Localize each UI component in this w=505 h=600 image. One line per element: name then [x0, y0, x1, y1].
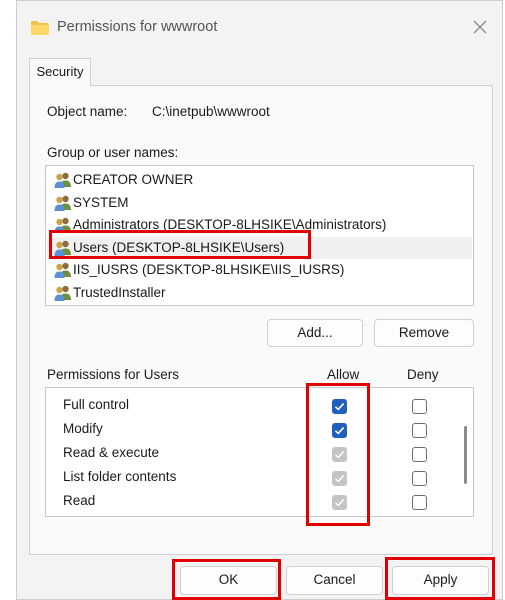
title-bar: Permissions for wwwroot: [17, 1, 502, 51]
user-name: SYSTEM: [73, 194, 129, 210]
user-name: Users (DESKTOP-8LHSIKE\Users): [73, 239, 285, 255]
user-name: Administrators (DESKTOP-8LHSIKE\Administ…: [73, 217, 387, 233]
allow-checkbox[interactable]: [332, 447, 347, 462]
deny-checkbox[interactable]: [412, 399, 427, 414]
permissions-dialog: Permissions for wwwroot Security Object …: [16, 0, 503, 600]
user-list-item[interactable]: CREATOR OWNER: [47, 169, 472, 191]
permission-row: Modify: [46, 418, 456, 442]
deny-column-header: Deny: [407, 367, 439, 382]
permission-name: List folder contents: [63, 469, 177, 484]
allow-checkbox[interactable]: [332, 399, 347, 414]
user-group-icon: [54, 240, 72, 256]
user-group-icon: [54, 195, 72, 211]
object-name-label: Object name:: [47, 104, 128, 119]
folder-icon: [31, 21, 49, 35]
add-button[interactable]: Add...: [267, 319, 363, 347]
permission-row: [46, 514, 456, 516]
user-group-icon: [54, 262, 72, 279]
permissions-label: Permissions for Users: [47, 367, 180, 382]
window-title: Permissions for wwwroot: [57, 19, 218, 35]
permission-list: Full control Modify Read & execute List fol…: [45, 387, 474, 517]
cancel-button[interactable]: Cancel: [286, 566, 383, 595]
allow-checkbox[interactable]: [332, 423, 347, 438]
permission-row: List folder contents: [46, 466, 456, 490]
user-list-item[interactable]: IIS_IUSRS (DESKTOP-8LHSIKE\IIS_IUSRS): [47, 259, 472, 281]
permission-name: Read & execute: [63, 445, 160, 460]
apply-button[interactable]: Apply: [392, 566, 489, 595]
user-group-icon: [54, 217, 72, 234]
deny-checkbox[interactable]: [412, 471, 427, 486]
permission-row: Read & execute: [46, 442, 456, 466]
allow-checkbox[interactable]: [332, 471, 347, 486]
user-name: CREATOR OWNER: [73, 172, 194, 187]
user-list-item[interactable]: SYSTEM: [47, 192, 472, 214]
ok-button[interactable]: OK: [180, 566, 277, 595]
close-icon[interactable]: [470, 17, 490, 37]
deny-checkbox[interactable]: [412, 423, 427, 438]
user-list-item[interactable]: Administrators (DESKTOP-8LHSIKE\Administ…: [47, 214, 472, 236]
object-name-value: C:\inetpub\wwwroot: [152, 104, 270, 119]
allow-checkbox[interactable]: [332, 495, 347, 510]
permission-name: Full control: [63, 397, 130, 412]
permission-row: Read: [46, 490, 456, 514]
tab-security[interactable]: Security: [29, 58, 91, 86]
user-list-item[interactable]: Users (DESKTOP-8LHSIKE\Users): [47, 236, 472, 259]
permission-row: Full control: [46, 394, 456, 418]
deny-checkbox[interactable]: [412, 495, 427, 510]
user-list-item[interactable]: TrustedInstaller: [47, 282, 472, 304]
user-group-icon: [54, 285, 72, 301]
user-name: IIS_IUSRS (DESKTOP-8LHSIKE\IIS_IUSRS): [73, 262, 345, 278]
scrollbar-thumb[interactable]: [464, 426, 467, 484]
deny-checkbox[interactable]: [412, 447, 427, 462]
allow-column-header: Allow: [327, 367, 360, 382]
user-name: TrustedInstaller: [73, 285, 166, 300]
group-list-label: Group or user names:: [47, 145, 179, 160]
user-group-icon: [54, 172, 72, 188]
permission-name: Read: [63, 493, 96, 508]
permission-name: Modify: [63, 421, 103, 436]
security-panel: Object name: C:\inetpub\wwwroot Group or…: [29, 85, 493, 555]
group-user-list[interactable]: CREATOR OWNER SYSTEM Administrators (DESKT…: [45, 165, 474, 306]
remove-button[interactable]: Remove: [374, 319, 474, 347]
